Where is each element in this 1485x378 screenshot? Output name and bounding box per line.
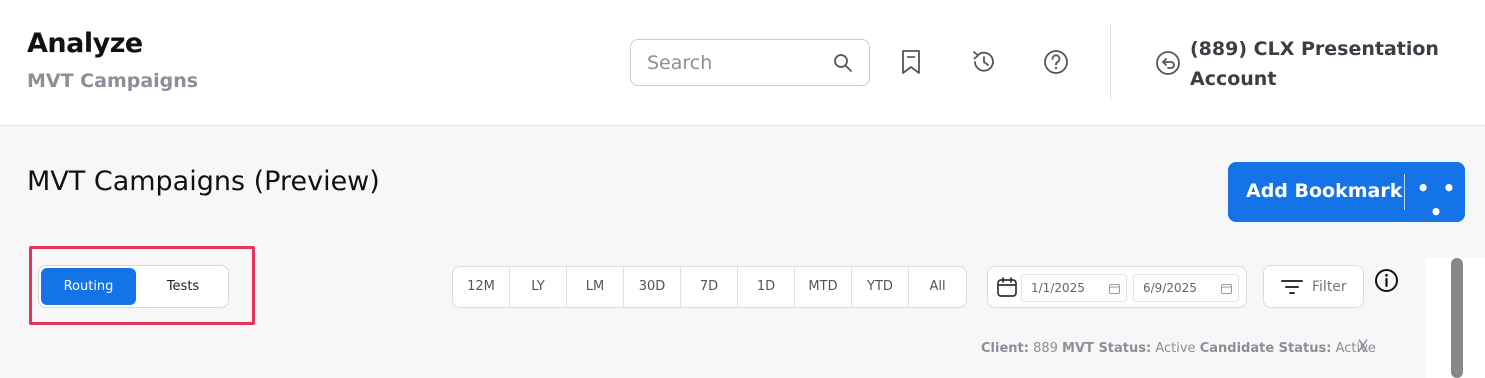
range-ytd-button[interactable]: YTD bbox=[852, 267, 909, 307]
app-title: Analyze bbox=[27, 28, 143, 59]
end-date-value: 6/9/2025 bbox=[1143, 281, 1197, 295]
filter-icon bbox=[1281, 280, 1303, 294]
calendar-icon[interactable] bbox=[996, 276, 1018, 298]
range-ly-button[interactable]: LY bbox=[510, 267, 567, 307]
top-header: Analyze MVT Campaigns (889) CLX Presenta… bbox=[0, 0, 1485, 126]
more-options-button[interactable]: • • • bbox=[1410, 176, 1465, 224]
add-bookmark-button[interactable]: Add Bookmark • • • bbox=[1228, 162, 1465, 224]
date-range-presets: 12M LY LM 30D 7D 1D MTD YTD All bbox=[452, 266, 967, 308]
range-30d-button[interactable]: 30D bbox=[624, 267, 681, 307]
candidate-status-value: Active bbox=[1335, 341, 1376, 356]
tests-tab[interactable]: Tests bbox=[136, 266, 228, 307]
view-toggle: Routing Tests bbox=[38, 265, 229, 308]
range-all-button[interactable]: All bbox=[909, 267, 966, 307]
end-date-field[interactable]: 6/9/2025 bbox=[1133, 274, 1239, 302]
switch-account-icon[interactable] bbox=[1155, 50, 1181, 76]
button-separator bbox=[1404, 174, 1405, 210]
range-1d-button[interactable]: 1D bbox=[738, 267, 795, 307]
mvt-status-value: Active bbox=[1155, 341, 1196, 356]
page-title: MVT Campaigns (Preview) bbox=[27, 166, 380, 197]
mvt-status-label: MVT Status: bbox=[1062, 341, 1152, 356]
header-divider bbox=[1110, 24, 1111, 100]
routing-tab[interactable]: Routing bbox=[41, 268, 136, 305]
range-mtd-button[interactable]: MTD bbox=[795, 267, 852, 307]
scrollbar-thumb[interactable] bbox=[1451, 258, 1463, 378]
filter-label: Filter bbox=[1312, 279, 1347, 295]
range-7d-button[interactable]: 7D bbox=[681, 267, 738, 307]
client-label: Client: bbox=[981, 341, 1029, 356]
end-date-calendar-icon[interactable] bbox=[1221, 283, 1232, 294]
range-lm-button[interactable]: LM bbox=[567, 267, 624, 307]
info-icon[interactable] bbox=[1374, 268, 1399, 293]
help-icon[interactable] bbox=[1042, 48, 1070, 76]
start-date-calendar-icon[interactable] bbox=[1109, 283, 1120, 294]
bookmark-icon[interactable] bbox=[897, 48, 925, 76]
start-date-value: 1/1/2025 bbox=[1031, 281, 1085, 295]
history-icon[interactable] bbox=[970, 48, 998, 76]
clear-filters-button[interactable]: X bbox=[1357, 337, 1369, 357]
range-12m-button[interactable]: 12M bbox=[453, 267, 510, 307]
search-input[interactable] bbox=[647, 50, 827, 76]
date-picker: 1/1/2025 6/9/2025 bbox=[987, 266, 1247, 308]
start-date-field[interactable]: 1/1/2025 bbox=[1021, 274, 1127, 302]
filter-status-summary: Client: 889 MVT Status: Active Candidate… bbox=[981, 341, 1376, 356]
search-icon[interactable] bbox=[833, 53, 853, 73]
client-value: 889 bbox=[1033, 341, 1058, 356]
add-bookmark-label[interactable]: Add Bookmark bbox=[1246, 180, 1402, 202]
app-subtitle: MVT Campaigns bbox=[27, 70, 199, 92]
search-box[interactable] bbox=[630, 39, 870, 86]
filter-button[interactable]: Filter bbox=[1263, 265, 1364, 308]
account-name[interactable]: (889) CLX Presentation Account bbox=[1190, 34, 1450, 94]
candidate-status-label: Candidate Status: bbox=[1199, 341, 1332, 356]
